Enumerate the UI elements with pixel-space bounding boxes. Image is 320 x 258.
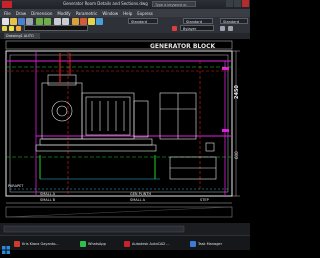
maximize-icon[interactable]	[234, 0, 241, 7]
color-swatch-icon[interactable]	[172, 26, 177, 31]
drawing-heading: GENERATOR BLOCK	[150, 43, 216, 50]
taskbar-label: Task Manager	[198, 241, 223, 246]
autocad-logo-icon[interactable]	[2, 1, 12, 8]
help-icon[interactable]	[96, 18, 103, 25]
redo-icon[interactable]	[44, 18, 51, 25]
dim-style-select[interactable]: Standard	[183, 18, 213, 24]
windows-start-icon[interactable]	[2, 239, 10, 254]
menu-draw[interactable]: Draw	[16, 11, 26, 16]
new-icon[interactable]	[2, 18, 9, 25]
taskbar-label: Kris Kiana Gayanto...	[22, 241, 59, 246]
save-icon[interactable]	[18, 18, 25, 25]
autocad-icon	[124, 240, 130, 247]
taskbar: Kris Kiana Gayanto... WhatsApp Autodesk …	[0, 235, 250, 254]
browser-icon	[14, 240, 20, 247]
vertical-dimension: 2450	[234, 85, 240, 99]
task-manager-icon	[190, 240, 196, 247]
label-small-a-mid: SMALL A	[130, 198, 146, 202]
whatsapp-icon	[80, 240, 86, 247]
right-dimension: 600	[234, 151, 239, 159]
sun-icon[interactable]	[16, 26, 21, 31]
menu-bar: File Draw Dimension Modify Parametric Wi…	[0, 9, 250, 17]
layer-state-icon[interactable]	[2, 26, 7, 31]
menu-modify[interactable]: Modify	[57, 11, 70, 16]
layer-icon[interactable]	[88, 18, 95, 25]
taskbar-item-task-manager[interactable]: Task Manager	[190, 239, 222, 248]
minimize-icon[interactable]	[226, 0, 233, 7]
bulb-icon[interactable]	[9, 26, 14, 31]
table-style-select[interactable]: Standard	[220, 18, 248, 24]
undo-icon[interactable]	[36, 18, 43, 25]
taskbar-label: Autodesk AutoCAD ...	[132, 241, 170, 246]
layer-select[interactable]	[24, 25, 88, 31]
close-icon[interactable]	[242, 0, 249, 7]
linetype-icon[interactable]	[220, 26, 225, 31]
menu-help[interactable]: Help	[123, 11, 132, 16]
taskbar-label: WhatsApp	[88, 241, 106, 246]
color-select[interactable]: Bylayer	[180, 25, 214, 31]
taskbar-item-browser[interactable]: Kris Kiana Gayanto...	[14, 239, 59, 248]
menu-express[interactable]: Express	[137, 11, 153, 16]
pan-icon[interactable]	[54, 18, 61, 25]
window-title: Generator Room Details and Sections.dwg	[63, 1, 148, 6]
text-style-select[interactable]: Standard	[128, 18, 158, 24]
menu-window[interactable]: Window	[102, 11, 118, 16]
zoom-icon[interactable]	[62, 18, 69, 25]
search-input[interactable]: Type a keyword or phrase	[152, 1, 196, 13]
label-step: STEP	[200, 198, 209, 202]
label-small-b: SMALL B	[40, 198, 56, 202]
print-icon[interactable]	[26, 18, 33, 25]
menu-parametric[interactable]: Parametric	[76, 11, 98, 16]
taskbar-item-autocad[interactable]: Autodesk AutoCAD ...	[124, 239, 170, 248]
properties-icon[interactable]	[72, 18, 79, 25]
window-controls	[226, 0, 249, 7]
label-gen-plinth: GEN PLINTH	[130, 192, 152, 196]
open-icon[interactable]	[10, 18, 17, 25]
command-line-input[interactable]	[3, 225, 185, 233]
menu-file[interactable]: File	[4, 11, 11, 16]
title-bar: Generator Room Details and Sections.dwg …	[0, 0, 250, 13]
menu-dimension[interactable]: Dimension	[31, 11, 52, 16]
cad-drawing[interactable]: GENERATOR BLOCK 2450 600 PARAPET SMALL A…	[0, 39, 250, 235]
lineweight-icon[interactable]	[228, 26, 233, 31]
toolbar-area: Standard Standard Standard Bylayer	[0, 17, 250, 33]
match-icon[interactable]	[80, 18, 87, 25]
taskbar-item-whatsapp[interactable]: WhatsApp	[80, 239, 106, 248]
label-small-a: SMALL A	[40, 192, 56, 196]
label-parapet: PARAPET	[8, 184, 24, 188]
drawing-canvas[interactable]: GENERATOR BLOCK 2450 600 PARAPET SMALL A…	[0, 39, 250, 235]
